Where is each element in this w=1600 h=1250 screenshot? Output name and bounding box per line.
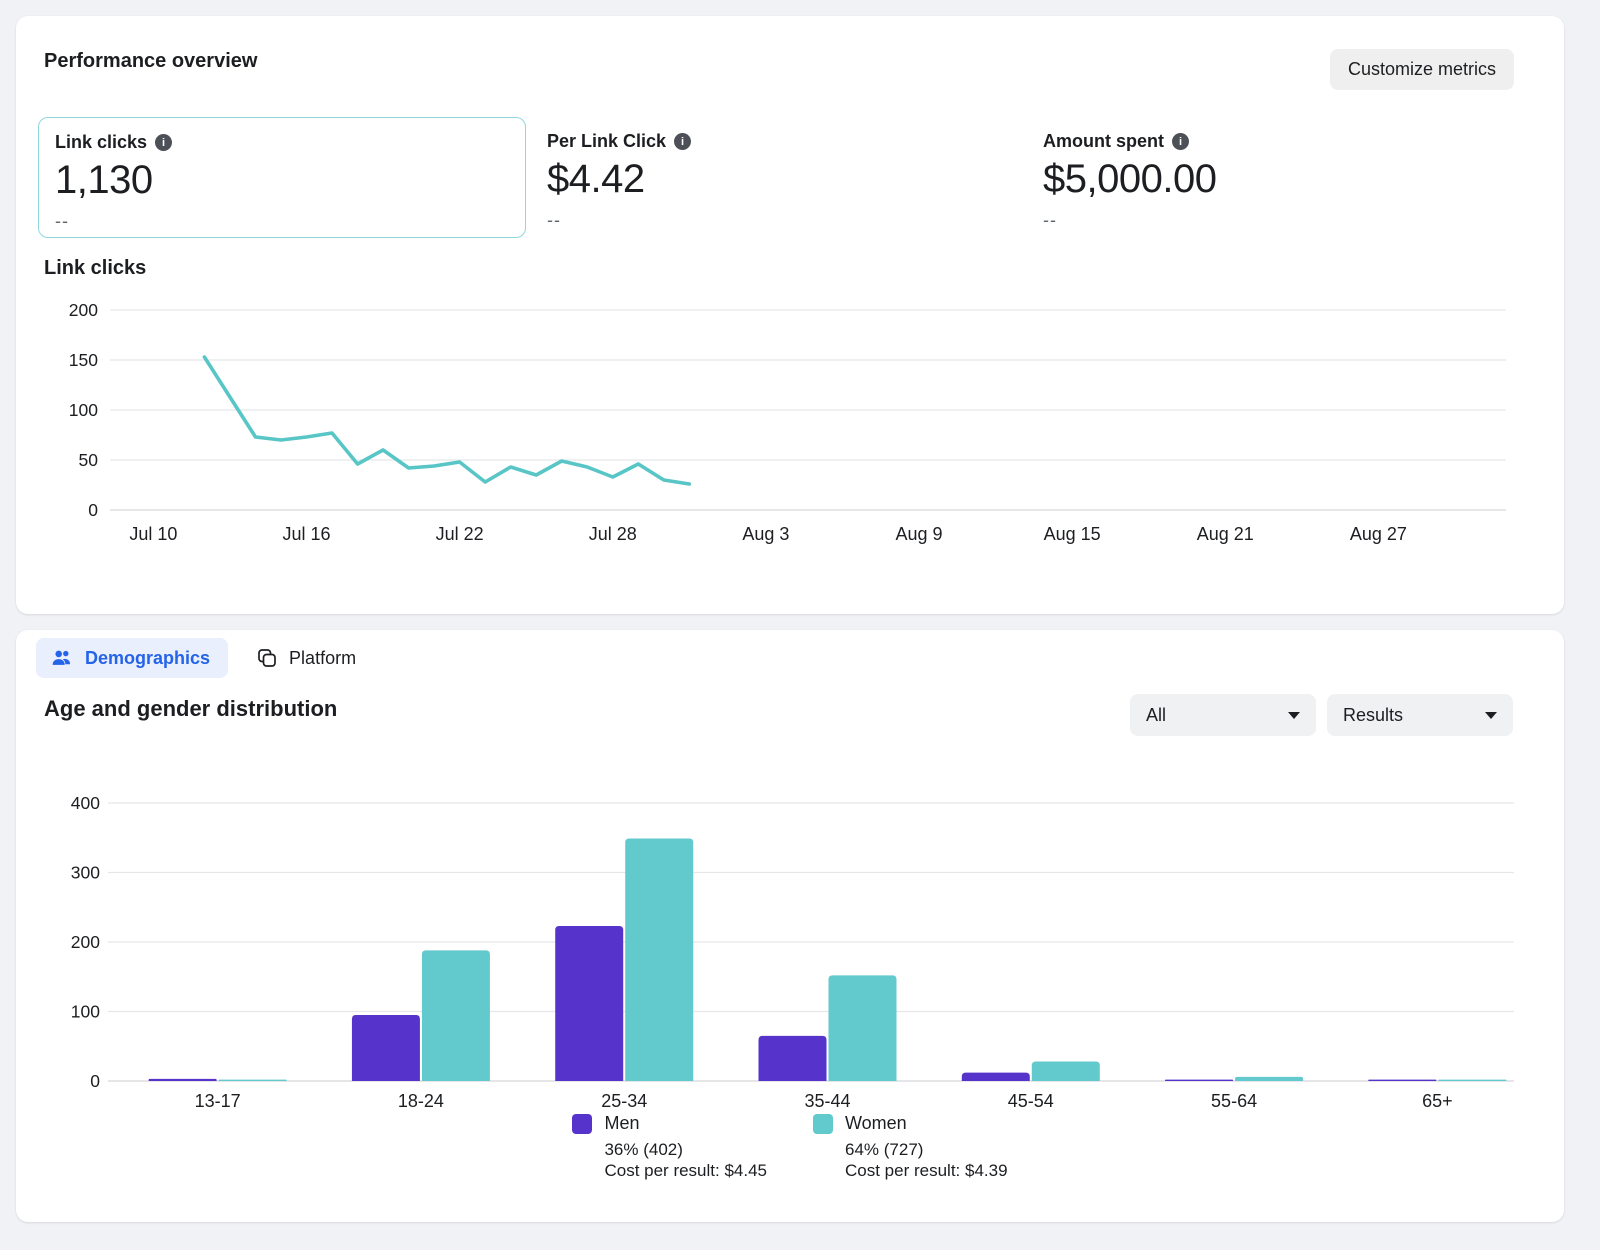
dropdown-value: All — [1146, 705, 1166, 726]
legend-name: Men — [604, 1113, 767, 1134]
y-tick-label: 50 — [79, 450, 99, 470]
metric-label-row: Amount spent i — [1043, 131, 1499, 152]
bar-men-13-17 — [149, 1079, 217, 1081]
link-clicks-line — [204, 357, 689, 484]
bar-men-18-24 — [352, 1015, 420, 1081]
metric-value: 1,130 — [55, 157, 509, 203]
y-tick-label: 200 — [71, 932, 100, 952]
info-icon[interactable]: i — [674, 133, 691, 150]
breakdown-card: Demographics Platform Age and gender dis… — [16, 630, 1564, 1222]
y-tick-label: 400 — [71, 793, 100, 813]
chart-legend: Men 36% (402) Cost per result: $4.45 Wom… — [16, 1113, 1564, 1181]
metric-card-amount-spent[interactable]: Amount spent i $5,000.00 -- — [1027, 117, 1515, 238]
legend-share: 64% (727) — [845, 1139, 1008, 1160]
info-icon[interactable]: i — [1172, 133, 1189, 150]
breakdown-filter-dropdown[interactable]: All — [1130, 694, 1316, 736]
tab-platform[interactable]: Platform — [250, 638, 362, 678]
y-tick-label: 200 — [69, 300, 98, 320]
x-tick-label: Aug 21 — [1197, 524, 1254, 544]
dropdown-value: Results — [1343, 705, 1403, 726]
legend-cost: Cost per result: $4.45 — [604, 1160, 767, 1181]
metric-value: $4.42 — [547, 156, 1003, 202]
bar-men-25-34 — [555, 926, 623, 1081]
chevron-down-icon — [1485, 712, 1497, 719]
metric-delta: -- — [547, 210, 1003, 231]
people-icon — [50, 646, 74, 670]
tab-demographics[interactable]: Demographics — [36, 638, 228, 678]
bar-women-18-24 — [422, 950, 490, 1081]
tab-label: Platform — [289, 648, 356, 669]
x-tick-label: Aug 27 — [1350, 524, 1407, 544]
performance-overview-title: Performance overview — [44, 50, 257, 73]
legend-item-men: Men 36% (402) Cost per result: $4.45 — [572, 1113, 767, 1181]
breakdown-tabs: Demographics Platform — [36, 638, 362, 678]
y-tick-label: 0 — [88, 500, 98, 520]
category-label: 25-34 — [601, 1091, 647, 1111]
metric-label: Link clicks — [55, 132, 147, 153]
metric-label-row: Per Link Click i — [547, 131, 1003, 152]
metric-label: Amount spent — [1043, 131, 1164, 152]
category-label: 65+ — [1422, 1091, 1453, 1111]
bar-women-65+ — [1438, 1080, 1506, 1081]
chevron-down-icon — [1288, 712, 1300, 719]
category-label: 45-54 — [1008, 1091, 1054, 1111]
y-tick-label: 300 — [71, 863, 100, 883]
y-tick-label: 0 — [90, 1071, 100, 1091]
metric-filter-dropdown[interactable]: Results — [1327, 694, 1513, 736]
tab-label: Demographics — [85, 648, 210, 669]
info-icon[interactable]: i — [155, 134, 172, 151]
metric-value: $5,000.00 — [1043, 156, 1499, 202]
ads-performance-page: Performance overview Customize metrics L… — [0, 0, 1600, 1250]
men-color-swatch — [572, 1114, 592, 1134]
performance-overview-card: Performance overview Customize metrics L… — [16, 16, 1564, 614]
y-tick-label: 150 — [69, 350, 98, 370]
metric-label: Per Link Click — [547, 131, 666, 152]
x-tick-label: Jul 16 — [282, 524, 330, 544]
category-label: 18-24 — [398, 1091, 444, 1111]
legend-cost: Cost per result: $4.39 — [845, 1160, 1008, 1181]
bar-men-35-44 — [759, 1036, 827, 1081]
bar-men-55-64 — [1165, 1080, 1233, 1081]
metric-delta: -- — [1043, 210, 1499, 231]
category-label: 55-64 — [1211, 1091, 1257, 1111]
bar-women-35-44 — [829, 975, 897, 1081]
legend-item-women: Women 64% (727) Cost per result: $4.39 — [813, 1113, 1008, 1181]
bar-men-65+ — [1368, 1080, 1436, 1081]
category-label: 13-17 — [195, 1091, 241, 1111]
legend-share: 36% (402) — [604, 1139, 767, 1160]
x-tick-label: Jul 22 — [436, 524, 484, 544]
x-tick-label: Aug 9 — [895, 524, 942, 544]
bar-women-45-54 — [1032, 1062, 1100, 1081]
metric-label-row: Link clicks i — [55, 132, 509, 153]
x-tick-label: Aug 3 — [742, 524, 789, 544]
bar-women-55-64 — [1235, 1077, 1303, 1081]
platform-icon — [256, 647, 278, 669]
legend-name: Women — [845, 1113, 1008, 1134]
link-clicks-line-chart: 0 50 100 150 200 Jul 10 Jul 16 Jul 22 Jul 28 Aug … — [44, 296, 1514, 548]
metric-card-link-clicks[interactable]: Link clicks i 1,130 -- — [38, 117, 526, 238]
line-chart-title: Link clicks — [44, 257, 146, 280]
metric-card-per-link-click[interactable]: Per Link Click i $4.42 -- — [531, 117, 1019, 238]
age-gender-title: Age and gender distribution — [44, 696, 337, 722]
metric-delta: -- — [55, 211, 509, 232]
bar-men-45-54 — [962, 1073, 1030, 1081]
x-tick-label: Jul 28 — [589, 524, 637, 544]
y-tick-label: 100 — [71, 1002, 100, 1022]
bar-women-13-17 — [219, 1080, 287, 1081]
y-tick-label: 100 — [69, 400, 98, 420]
x-tick-label: Jul 10 — [129, 524, 177, 544]
age-gender-bar-chart: 0 100 200 300 400 13-17 18-24 25-34 35-44 45-54 55… — [44, 775, 1514, 1115]
women-color-swatch — [813, 1114, 833, 1134]
legend-text-block: Men 36% (402) Cost per result: $4.45 — [604, 1113, 767, 1181]
x-tick-label: Aug 15 — [1044, 524, 1101, 544]
category-label: 35-44 — [804, 1091, 850, 1111]
customize-metrics-button[interactable]: Customize metrics — [1330, 49, 1514, 90]
bar-women-25-34 — [625, 838, 693, 1081]
legend-text-block: Women 64% (727) Cost per result: $4.39 — [845, 1113, 1008, 1181]
